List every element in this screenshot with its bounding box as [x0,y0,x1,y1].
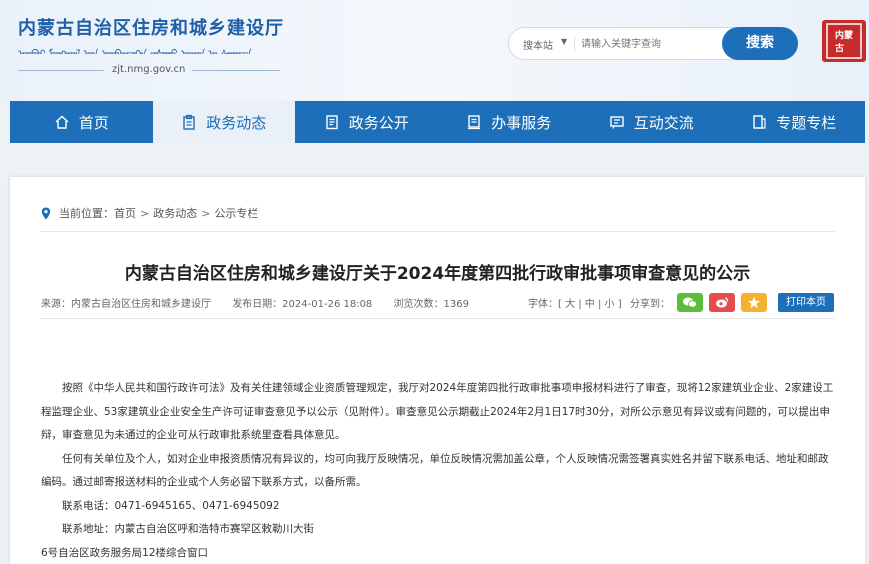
share-weibo-button[interactable] [709,293,735,312]
breadcrumb-news[interactable]: 政务动态 [153,205,197,221]
site-header: 内蒙古自治区住房和城乡建设厅 ᠦᠪᠦᠷ ᠮᠣᠩᠭᠣᠯ ᠤᠨ ᠥᠪᠡᠷᠲᠡᠭᠡᠨ … [0,0,869,100]
print-button[interactable]: 打印本页 [778,293,834,312]
form-icon [468,115,481,130]
breadcrumb-separator: > [140,206,150,220]
chat-icon [610,116,624,129]
article-views: 浏览次数：1369 [393,299,469,310]
contact-phone: 联系电话：0471-6945165、0471-6945092 [62,499,280,512]
contact-address: 联系地址：内蒙古自治区呼和浩特市赛罕区敕勒川大街 [62,523,314,535]
weibo-icon [716,297,729,308]
article-body: 按照《中华人民共和国行政许可法》及有关住建领域企业资质管理规定，我厅对2024年… [41,377,837,564]
article-card: 当前位置： 首页 > 政务动态 > 公示专栏 内蒙古自治区住房和城乡建设厅关于2… [10,177,865,564]
search-scope-select[interactable]: 搜本站 [523,37,553,52]
clipboard-icon [183,114,195,130]
nav-label-open-gov: 政务公开 [348,113,409,132]
wechat-icon [683,297,697,308]
article-meta: 来源：内蒙古自治区住房和城乡建设厅 发布日期：2024-01-26 18:08 … [41,295,487,310]
article-title: 内蒙古自治区住房和城乡建设厅关于2024年度第四批行政审批事项审查意见的公示 [124,264,751,284]
font-size-switcher[interactable]: 字体：[ 大 | 中 | 小 ] [528,295,622,310]
home-icon [55,115,69,129]
site-title[interactable]: 内蒙古自治区住房和城乡建设厅 [18,14,284,40]
nav-item-home[interactable]: 首页 [10,101,153,143]
site-url: zjt.nmg.gov.cn [112,64,186,75]
share-label: 分享到： [630,299,670,310]
document-icon [326,115,338,130]
seal-icon: 内蒙 古 [826,23,862,59]
location-pin-icon [41,207,51,219]
caret-down-icon[interactable]: ▼ [561,37,567,46]
breadcrumb: 当前位置： 首页 > 政务动态 > 公示专栏 [41,205,258,221]
search-button[interactable]: 搜索 [722,27,798,60]
article-source: 来源：内蒙古自治区住房和城乡建设厅 [41,299,211,310]
url-divider-left [18,70,104,71]
article-date: 发布日期：2024-01-26 18:08 [232,299,373,310]
mongolian-title: ᠦᠪᠦᠷ ᠮᠣᠩᠭᠣᠯ ᠤᠨ ᠥᠪᠡᠷᠲᠡᠭᠡᠨ ᠵᠠᠰᠠᠬᠤ ᠣᠷᠣᠨ ᠤ ᠰ… [18,42,280,54]
nav-label-topics: 专题专栏 [776,113,837,132]
svg-text:古: 古 [835,42,844,54]
search-divider [574,37,575,51]
breadcrumb-prefix: 当前位置： [59,207,114,220]
nav-item-interaction[interactable]: 互动交流 [580,101,723,143]
share-qzone-button[interactable] [741,293,767,312]
bookmark-icon [753,115,766,129]
star-icon [748,296,760,309]
nav-item-services[interactable]: 办事服务 [438,101,581,143]
breadcrumb-notices[interactable]: 公示专栏 [214,205,258,221]
contact-address-continued: 6号自治区政务服务局12楼综合窗口 [41,546,209,559]
nav-item-news[interactable]: 政务动态 [152,101,295,143]
share-wechat-button[interactable] [677,293,703,312]
meta-divider [41,318,835,319]
paragraph: 任何有关单位及个人，如对企业申报资质情况有异议的，均可向我厅反映情况，单位反映情… [41,452,829,489]
nav-label-home: 首页 [78,113,109,132]
nav-label-news: 政务动态 [206,113,267,132]
nav-label-interaction: 互动交流 [633,113,694,132]
nav-item-open-gov[interactable]: 政务公开 [295,101,438,143]
breadcrumb-home[interactable]: 首页 [114,205,136,221]
nav-item-topics[interactable]: 专题专栏 [723,101,866,143]
breadcrumb-divider [41,231,835,232]
search-input[interactable] [581,34,721,54]
main-nav: 首页 政务动态 政务公开 办事服务 互动交流 专题专栏 [10,101,865,143]
search-box: 搜本站 ▼ 搜索 [508,27,798,60]
breadcrumb-separator: > [201,206,211,220]
nav-label-services: 办事服务 [491,113,552,132]
paragraph: 按照《中华人民共和国行政许可法》及有关住建领域企业资质管理规定，我厅对2024年… [41,382,834,441]
url-divider-right [192,70,280,71]
svg-text:内蒙: 内蒙 [835,29,853,41]
seal-logo: 内蒙 古 [822,20,866,62]
